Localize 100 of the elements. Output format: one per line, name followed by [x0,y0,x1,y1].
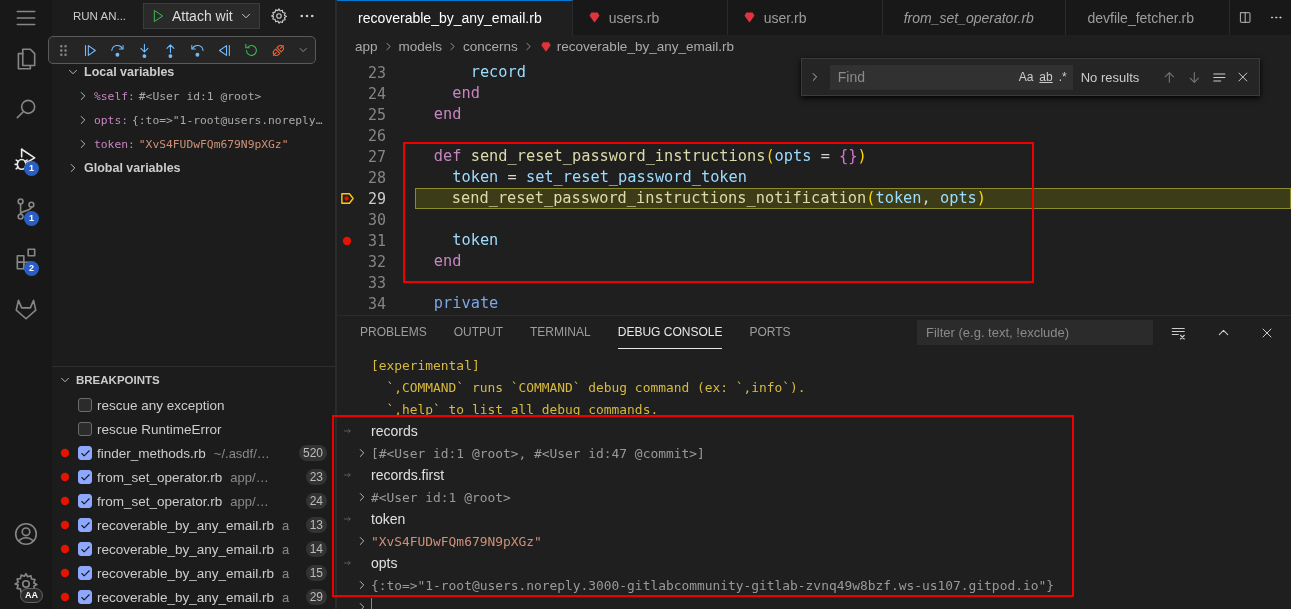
account-icon[interactable] [13,521,39,547]
line-badge: 23 [305,469,327,485]
console-text: `,help` to list all debug commands. [385,401,659,417]
breakpoint-path: a [282,589,290,605]
result-text: [#<User id:1 @root>, #<User id:47 @commit>] [371,445,705,461]
find-option[interactable]: .* [1058,70,1067,84]
command-text: token [371,511,406,527]
check-icon [79,543,91,555]
breadcrumb-item[interactable]: models [398,39,443,54]
check-icon [79,519,91,531]
variable-value: #<User id:1 @root> [138,89,262,103]
checkbox[interactable] [78,398,92,412]
code-line: token [451,230,499,251]
code-line: private [432,293,499,314]
code-line: def send_reset_password_instructions(opts = {}) [432,146,867,167]
breakpoint-icon [60,472,70,482]
panel-tab[interactable]: PROBLEMS [360,316,427,349]
line-number: 24 [366,84,386,103]
line-number: 29 [366,189,386,208]
variable-value: "XvS4FUDwFQm679N9pXGz" [138,137,289,151]
panel-tab[interactable]: TERMINAL [530,316,591,349]
checkbox[interactable] [78,446,92,460]
result-text: "XvS4FUDwFQm679N9pXGz" [371,533,542,549]
breakpoint-path: a [282,565,290,581]
line-badge: 14 [305,541,327,557]
result-text: {:to=>"1-root@users.noreply.3000-gitlabcommunity-gitlab-zvnq49w8bzf.ws-us107.gitpod.io"} [371,577,1054,593]
check-icon [79,591,91,603]
gear-icon[interactable] [269,7,288,25]
breakpoint-label: recoverable_by_any_email.rb [97,565,275,581]
breadcrumb-item[interactable]: recoverable_by_any_email.rb [556,39,734,54]
breakpoint-icon [60,568,70,578]
breakpoint-icon [60,496,70,506]
breakpoint-label: from_set_operator.rb [97,493,223,509]
checkbox[interactable] [78,494,92,508]
line-badge: 520 [298,445,327,461]
checkbox[interactable] [78,470,92,484]
check-icon [79,447,91,459]
checkbox[interactable] [78,566,92,580]
line-badge: 13 [305,517,327,533]
breakpoint-path: a [282,541,290,557]
checkbox[interactable] [78,590,92,604]
breadcrumb-item[interactable]: concerns [463,39,518,54]
filter-field[interactable]: Filter (e.g. text, !exclude) [917,320,1153,345]
breakpoint-label: recoverable_by_any_email.rb [97,589,275,605]
variable-name: opts: [94,113,128,127]
input-arrow-icon [343,514,353,524]
check-icon [79,567,91,579]
line-number: 23 [366,63,386,82]
section-title: BREAKPOINTS [76,374,160,386]
line-number: 28 [366,168,386,187]
line-badge: 29 [305,589,327,605]
command-text: opts [371,555,398,571]
input-arrow-icon [343,558,353,568]
find-field[interactable]: Find Aa ab .* [829,64,1073,90]
split-editor-icon[interactable] [1238,9,1253,26]
breakpoint-label: rescue RuntimeError [97,421,222,437]
find-option[interactable]: ab [1039,70,1053,84]
result-text: #<User id:1 @root> [371,489,511,505]
panel-tab[interactable]: DEBUG CONSOLE [617,316,723,349]
checkbox[interactable] [78,518,92,532]
scope-label: Local variables [84,65,175,79]
breakpoint-icon [60,544,70,554]
line-number: 34 [366,294,386,313]
code-line: token = set_reset_password_token [451,167,747,188]
line-number: 31 [366,231,386,250]
fox-icon[interactable] [13,296,39,322]
find-option[interactable]: Aa [1018,70,1034,84]
line-number: 30 [366,210,386,229]
line-number: 26 [366,126,386,145]
breakpoint-label: finder_methods.rb [97,445,206,461]
breakpoint-icon [60,592,70,602]
breakpoint-icon [60,520,70,530]
panel-tab[interactable]: PORTS [749,316,791,349]
checkbox[interactable] [78,542,92,556]
breakpoint-path: app/… [230,493,269,509]
count-badge: AA [20,588,43,603]
panel-tab[interactable]: OUTPUT [453,316,504,349]
input-arrow-icon [343,426,353,436]
breakpoint-path: a [282,517,290,533]
section-header[interactable]: BREAKPOINTS [52,366,335,393]
code-line: end [451,83,480,104]
code-line: end [432,104,462,125]
scope-row[interactable]: Local variables [52,60,335,84]
debug-config-select[interactable]: Attach wit [143,3,260,29]
checkbox[interactable] [78,422,92,436]
scope-label: Global variables [84,161,181,175]
input-arrow-icon [343,470,353,480]
count-badge: 1 [24,211,39,226]
editor-tab[interactable]: recoverable_by_any_email.rb [337,0,573,36]
count-badge: 1 [24,161,39,176]
variable-name: %self: [94,89,135,103]
console-text: [experimental] [371,357,480,373]
line-number: 32 [366,252,386,271]
variable-value: {:to=>"1-root@users.noreply… [132,113,323,127]
scope-row[interactable]: Global variables [52,156,335,180]
code-line: record [469,62,526,83]
command-text: records.first [371,467,445,483]
config-label: Attach wit [172,8,233,24]
breadcrumb-item[interactable]: app [355,39,378,54]
breakpoint-icon [60,448,70,458]
